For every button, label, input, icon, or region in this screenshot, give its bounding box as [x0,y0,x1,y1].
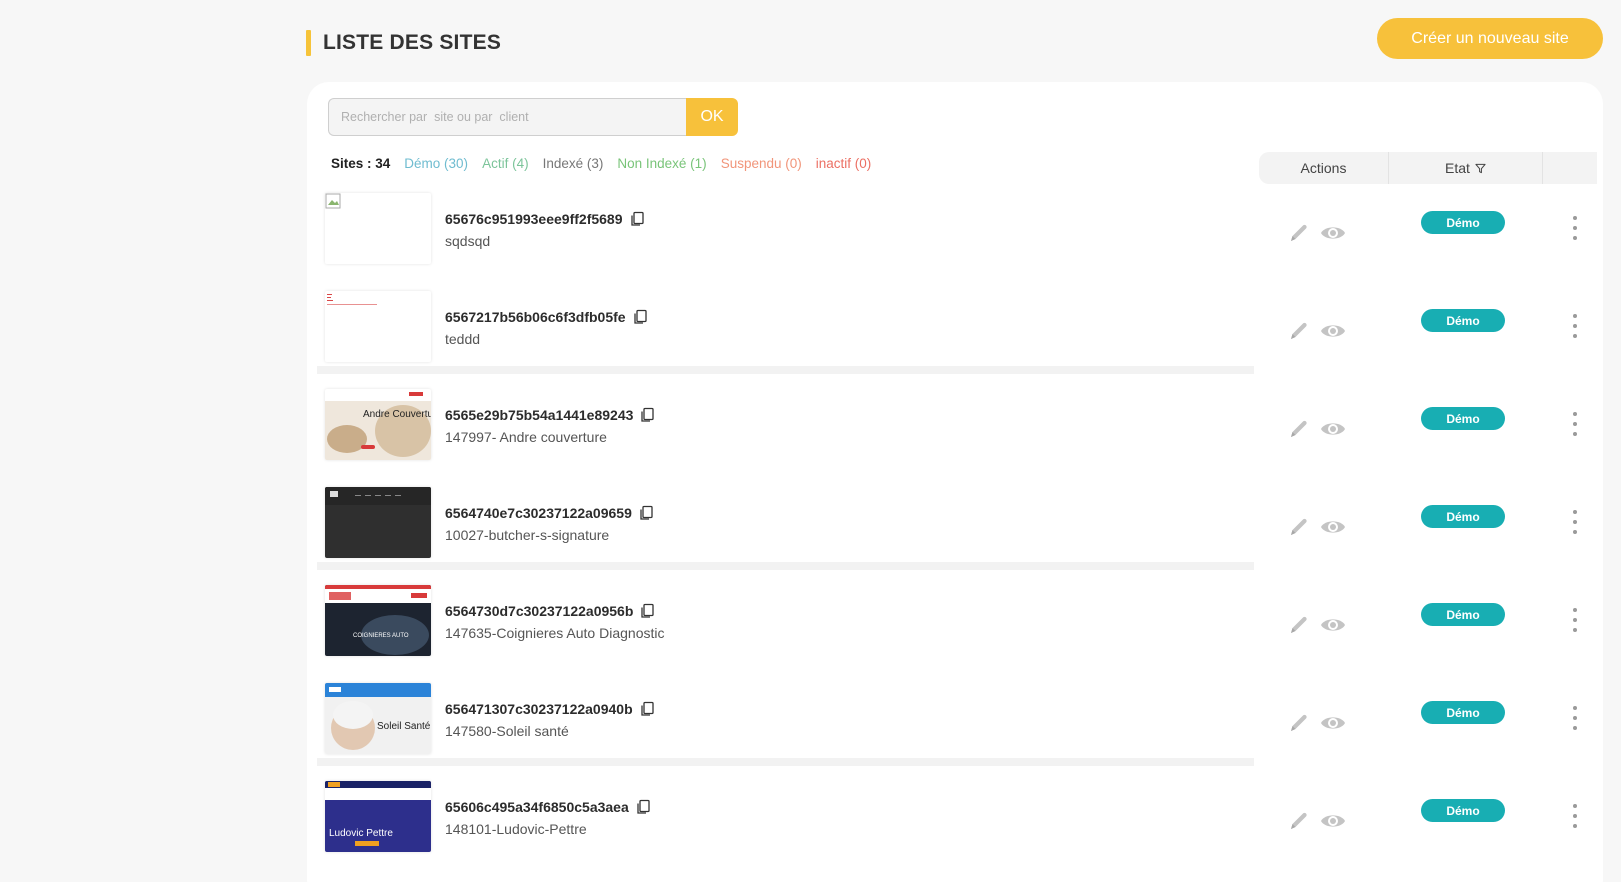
site-thumbnail: Ludovic Pettre [325,781,431,852]
more-options-icon[interactable] [1570,216,1580,240]
edit-pencil-icon[interactable] [1287,319,1311,343]
svg-text:COIGNIERES AUTO: COIGNIERES AUTO [353,633,409,639]
view-eye-icon[interactable] [1320,222,1346,244]
table-header: Actions Etat [1259,152,1597,184]
view-eye-icon[interactable] [1320,320,1346,342]
filter-non-indexe[interactable]: Non Indexé (1) [617,156,706,171]
page-title: LISTE DES SITES [323,31,502,54]
site-id: 6564740e7c30237122a09659 [445,505,654,521]
column-header-etat[interactable]: Etat [1389,152,1543,184]
sites-list: 65676c951993eee9ff2f5689 sqdsqd Démo 656… [317,184,1603,870]
site-name: 10027-butcher-s-signature [445,527,610,543]
status-badge: Démo [1421,603,1505,626]
create-site-button[interactable]: Créer un nouveau site [1377,18,1603,59]
search-ok-button[interactable]: OK [686,98,738,136]
edit-pencil-icon[interactable] [1287,613,1311,637]
copy-icon[interactable] [629,211,645,227]
site-thumbnail: Soleil Santé [325,683,431,754]
more-options-icon[interactable] [1570,804,1580,828]
site-name: 148101-Ludovic-Pettre [445,821,587,837]
table-row: 65676c951993eee9ff2f5689 sqdsqd Démo [317,184,1603,282]
view-eye-icon[interactable] [1320,418,1346,440]
filter-actif[interactable]: Actif (4) [482,156,529,171]
site-thumbnail [325,193,431,264]
filter-demo[interactable]: Démo (30) [404,156,468,171]
site-name: 147997- Andre couverture [445,429,607,445]
copy-icon[interactable] [639,603,655,619]
view-eye-icon[interactable] [1320,516,1346,538]
site-thumbnail: COIGNIERES AUTO [325,585,431,656]
view-eye-icon[interactable] [1320,614,1346,636]
status-badge: Démo [1421,309,1505,332]
site-id: 656471307c30237122a0940b [445,701,655,717]
edit-pencil-icon[interactable] [1287,417,1311,441]
view-eye-icon[interactable] [1320,810,1346,832]
table-row: 6564740e7c30237122a09659 10027-butcher-s… [317,478,1603,576]
edit-pencil-icon[interactable] [1287,809,1311,833]
view-eye-icon[interactable] [1320,712,1346,734]
sites-total-count: Sites : 34 [331,156,391,171]
copy-icon[interactable] [639,701,655,717]
site-thumbnail [325,487,431,558]
status-badge: Démo [1421,505,1505,528]
status-badge: Démo [1421,211,1505,234]
svg-text:Andre Couverture: Andre Couverture [363,409,431,420]
filter-inactif[interactable]: inactif (0) [816,156,872,171]
site-thumbnail: Andre Couverture [325,389,431,460]
copy-icon[interactable] [638,505,654,521]
filter-funnel-icon [1475,163,1486,173]
status-badge: Démo [1421,701,1505,724]
status-filters: Sites : 34 Démo (30) Actif (4) Indexé (3… [331,156,871,171]
site-name: teddd [445,331,481,347]
table-row: Andre Couverture 6565e29b75b54a1441e8924… [317,380,1603,478]
copy-icon[interactable] [635,799,651,815]
more-options-icon[interactable] [1570,608,1580,632]
site-name: 147635-Coignieres Auto Diagnostic [445,625,665,641]
table-row: Ludovic Pettre 65606c495a34f6850c5a3aea … [317,772,1603,870]
copy-icon[interactable] [639,407,655,423]
site-id: 65606c495a34f6850c5a3aea [445,799,651,815]
site-name: sqdsqd [445,233,491,249]
table-row: 6567217b56b06c6f3dfb05fe teddd Démo [317,282,1603,380]
site-id: 6565e29b75b54a1441e89243 [445,407,655,423]
site-id: 6564730d7c30237122a0956b [445,603,655,619]
search-input[interactable] [328,98,686,136]
table-row: Soleil Santé 656471307c30237122a0940b 14… [317,674,1603,772]
filter-suspendu[interactable]: Suspendu (0) [721,156,802,171]
copy-icon[interactable] [632,309,648,325]
status-badge: Démo [1421,407,1505,430]
more-options-icon[interactable] [1570,314,1580,338]
search-bar: OK [328,98,738,136]
title-accent-bar [306,30,311,56]
edit-pencil-icon[interactable] [1287,711,1311,735]
column-header-more [1543,152,1597,184]
more-options-icon[interactable] [1570,510,1580,534]
filter-indexe[interactable]: Indexé (3) [543,156,604,171]
page-header: LISTE DES SITES [306,30,501,56]
broken-image-icon [325,193,341,209]
more-options-icon[interactable] [1570,706,1580,730]
more-options-icon[interactable] [1570,412,1580,436]
site-thumbnail [325,291,431,362]
table-row: COIGNIERES AUTO 6564730d7c30237122a0956b… [317,576,1603,674]
site-name: 147580-Soleil santé [445,723,569,739]
column-header-actions: Actions [1259,152,1389,184]
edit-pencil-icon[interactable] [1287,221,1311,245]
svg-text:Soleil Santé: Soleil Santé [377,721,431,732]
site-id: 6567217b56b06c6f3dfb05fe [445,309,648,325]
status-badge: Démo [1421,799,1505,822]
edit-pencil-icon[interactable] [1287,515,1311,539]
site-id: 65676c951993eee9ff2f5689 [445,211,645,227]
svg-text:Ludovic Pettre: Ludovic Pettre [329,828,393,839]
